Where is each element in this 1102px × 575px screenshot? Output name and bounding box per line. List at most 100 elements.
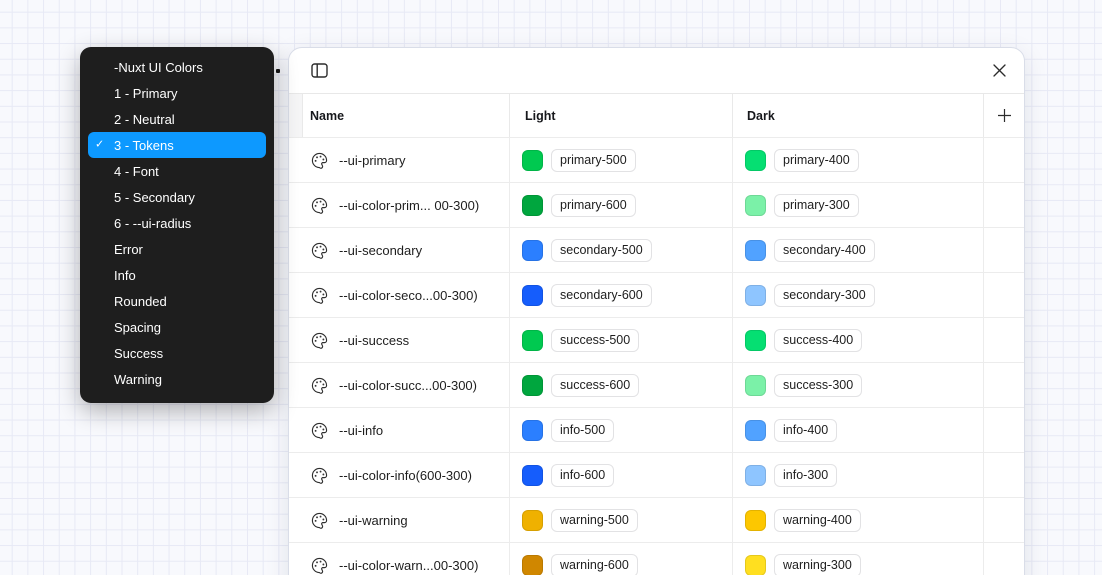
light-value-cell[interactable]: info-600 [509, 453, 732, 497]
dark-value-cell[interactable]: info-400 [732, 408, 983, 452]
table-row[interactable]: --ui-color-prim... 00-300) primary-600 p… [289, 182, 1024, 227]
menu-item-label: 6 - --ui-radius [114, 216, 191, 231]
menu-item[interactable]: ✓ 3 - Tokens [88, 132, 266, 158]
row-spare-cell [983, 498, 1024, 542]
menu-item[interactable]: 2 - Neutral [88, 106, 266, 132]
dark-swatch [745, 375, 766, 396]
dark-value-cell[interactable]: success-300 [732, 363, 983, 407]
dark-pill-label[interactable]: secondary-300 [774, 284, 875, 307]
column-header-name: Name [302, 94, 509, 137]
light-value-cell[interactable]: primary-500 [509, 138, 732, 182]
dark-pill-label[interactable]: secondary-400 [774, 239, 875, 262]
table-row[interactable]: --ui-color-succ...00-300) success-600 su… [289, 362, 1024, 407]
variable-name-cell[interactable]: --ui-color-info(600-300) [289, 453, 509, 497]
light-pill-label[interactable]: warning-600 [551, 554, 638, 575]
dark-pill-label[interactable]: warning-400 [774, 509, 861, 532]
variable-name-cell[interactable]: --ui-color-seco...00-300) [289, 273, 509, 317]
palette-icon [311, 557, 328, 574]
dark-value-cell[interactable]: success-400 [732, 318, 983, 362]
add-mode-button[interactable] [995, 106, 1014, 125]
menu-item[interactable]: -Nuxt UI Colors [88, 54, 266, 80]
menu-item-label: Warning [114, 372, 162, 387]
table-row[interactable]: --ui-color-warn...00-300) warning-600 wa… [289, 542, 1024, 575]
menu-item[interactable]: 6 - --ui-radius [88, 210, 266, 236]
variable-name-cell[interactable]: --ui-success [289, 318, 509, 362]
row-spare-cell [983, 318, 1024, 362]
table-row[interactable]: --ui-primary primary-500 primary-400 [289, 137, 1024, 182]
menu-item[interactable]: Warning [88, 366, 266, 392]
menu-item[interactable]: Success [88, 340, 266, 366]
variable-name-cell[interactable]: --ui-color-succ...00-300) [289, 363, 509, 407]
variable-name-cell[interactable]: --ui-primary [289, 138, 509, 182]
plus-icon [997, 108, 1012, 123]
variable-name: --ui-color-prim... 00-300) [339, 198, 479, 213]
dark-swatch [745, 150, 766, 171]
light-pill-label[interactable]: secondary-500 [551, 239, 652, 262]
menu-item-label: 5 - Secondary [114, 190, 195, 205]
dark-pill-label[interactable]: warning-300 [774, 554, 861, 575]
dark-value-cell[interactable]: primary-300 [732, 183, 983, 227]
palette-icon [311, 377, 328, 394]
light-value-cell[interactable]: info-500 [509, 408, 732, 452]
light-value-cell[interactable]: success-600 [509, 363, 732, 407]
light-value-cell[interactable]: secondary-600 [509, 273, 732, 317]
light-pill-label[interactable]: info-600 [551, 464, 614, 487]
dark-pill-label[interactable]: primary-400 [774, 149, 859, 172]
menu-item[interactable]: 1 - Primary [88, 80, 266, 106]
variable-name-cell[interactable]: --ui-warning [289, 498, 509, 542]
dark-value-cell[interactable]: secondary-400 [732, 228, 983, 272]
light-swatch [522, 465, 543, 486]
variable-name-cell[interactable]: --ui-info [289, 408, 509, 452]
check-icon: ✓ [95, 140, 104, 151]
menu-item-label: Error [114, 242, 143, 257]
variable-name-cell[interactable]: --ui-color-prim... 00-300) [289, 183, 509, 227]
light-swatch [522, 420, 543, 441]
dark-value-cell[interactable]: secondary-300 [732, 273, 983, 317]
light-value-cell[interactable]: warning-500 [509, 498, 732, 542]
menu-item[interactable]: Info [88, 262, 266, 288]
dark-value-cell[interactable]: info-300 [732, 453, 983, 497]
canvas-background: Name Light Dark [0, 0, 1102, 575]
light-value-cell[interactable]: success-500 [509, 318, 732, 362]
variable-name: --ui-color-warn...00-300) [339, 558, 478, 573]
variable-name: --ui-warning [339, 513, 408, 528]
collections-menu: -Nuxt UI Colors 1 - Primary 2 - Neutral … [80, 47, 274, 403]
row-spare-cell [983, 408, 1024, 452]
light-value-cell[interactable]: primary-600 [509, 183, 732, 227]
light-pill-label[interactable]: success-500 [551, 329, 639, 352]
menu-item[interactable]: Rounded [88, 288, 266, 314]
table-row[interactable]: --ui-info info-500 info-400 [289, 407, 1024, 452]
dark-pill-label[interactable]: success-400 [774, 329, 862, 352]
dark-pill-label[interactable]: success-300 [774, 374, 862, 397]
variable-name: --ui-success [339, 333, 409, 348]
variable-name-cell[interactable]: --ui-color-warn...00-300) [289, 543, 509, 575]
dark-pill-label[interactable]: primary-300 [774, 194, 859, 217]
menu-item[interactable]: 4 - Font [88, 158, 266, 184]
table-row[interactable]: --ui-color-info(600-300) info-600 info-3… [289, 452, 1024, 497]
dark-pill-label[interactable]: info-400 [774, 419, 837, 442]
light-pill-label[interactable]: primary-500 [551, 149, 636, 172]
light-pill-label[interactable]: success-600 [551, 374, 639, 397]
light-value-cell[interactable]: secondary-500 [509, 228, 732, 272]
dark-swatch [745, 420, 766, 441]
variable-name-cell[interactable]: --ui-secondary [289, 228, 509, 272]
light-pill-label[interactable]: warning-500 [551, 509, 638, 532]
dark-value-cell[interactable]: primary-400 [732, 138, 983, 182]
light-pill-label[interactable]: primary-600 [551, 194, 636, 217]
table-row[interactable]: --ui-color-seco...00-300) secondary-600 … [289, 272, 1024, 317]
dark-value-cell[interactable]: warning-400 [732, 498, 983, 542]
light-pill-label[interactable]: info-500 [551, 419, 614, 442]
light-swatch [522, 195, 543, 216]
dark-pill-label[interactable]: info-300 [774, 464, 837, 487]
dark-value-cell[interactable]: warning-300 [732, 543, 983, 575]
menu-item[interactable]: Spacing [88, 314, 266, 340]
close-button[interactable] [991, 62, 1008, 79]
table-row[interactable]: --ui-warning warning-500 warning-400 [289, 497, 1024, 542]
menu-item[interactable]: Error [88, 236, 266, 262]
light-value-cell[interactable]: warning-600 [509, 543, 732, 575]
sidebar-toggle-button[interactable] [309, 61, 330, 80]
light-pill-label[interactable]: secondary-600 [551, 284, 652, 307]
menu-item[interactable]: 5 - Secondary [88, 184, 266, 210]
table-row[interactable]: --ui-success success-500 success-400 [289, 317, 1024, 362]
table-row[interactable]: --ui-secondary secondary-500 secondary-4… [289, 227, 1024, 272]
